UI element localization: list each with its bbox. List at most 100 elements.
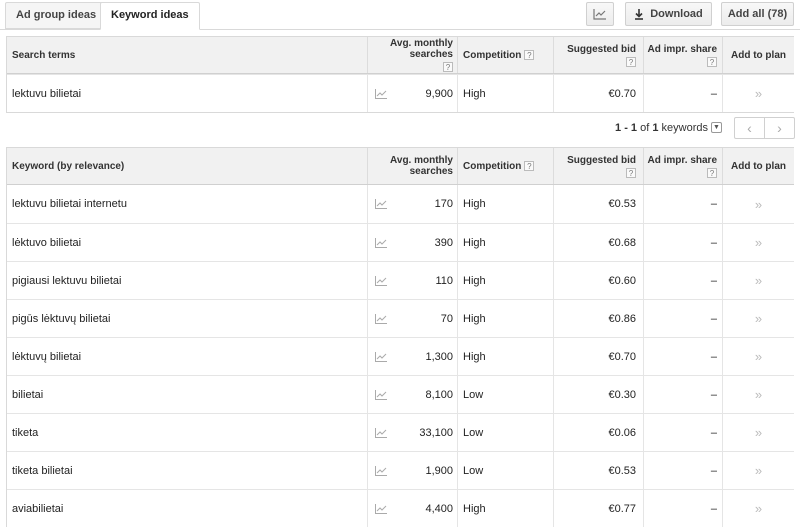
trend-chart-icon[interactable]	[367, 185, 393, 223]
header-search-terms: Search terms	[12, 49, 76, 61]
header-avg-label: Avg. monthly searches	[390, 155, 453, 177]
suggested-bid[interactable]: €0.77	[553, 490, 643, 527]
search-terms-table: Search terms Avg. monthly searches? Comp…	[6, 36, 794, 113]
help-icon[interactable]: ?	[626, 56, 636, 67]
header-impr-label: Ad impr. share	[647, 154, 717, 166]
tab-keyword-ideas[interactable]: Keyword ideas	[100, 2, 200, 30]
avg-monthly-searches: 1,300	[425, 350, 453, 363]
trend-chart-icon[interactable]	[367, 75, 393, 112]
trend-chart-icon[interactable]	[367, 224, 393, 261]
header-ad-impr-share[interactable]: Ad impr. share?	[643, 148, 722, 184]
next-page-button[interactable]: ›	[764, 118, 794, 138]
help-icon[interactable]: ?	[443, 62, 453, 72]
trend-chart-icon[interactable]	[367, 414, 393, 451]
suggested-bid[interactable]: €0.70	[553, 75, 643, 112]
add-to-plan-chevron-icon[interactable]: »	[722, 338, 794, 375]
add-to-plan-chevron-icon[interactable]: »	[722, 490, 794, 527]
keyword-text: aviabilietai	[12, 502, 64, 515]
ad-impr-share: –	[643, 224, 722, 261]
competition: High	[457, 300, 553, 337]
trend-chart-icon[interactable]	[367, 262, 393, 299]
help-icon[interactable]: ?	[524, 161, 535, 171]
help-icon[interactable]: ?	[626, 167, 636, 178]
keyword-text: bilietai	[12, 388, 44, 401]
trend-chart-icon[interactable]	[367, 452, 393, 489]
help-icon[interactable]: ?	[707, 56, 717, 67]
header-avg-monthly-searches[interactable]: Avg. monthly searches?	[367, 37, 457, 73]
header-competition-label: Competition	[463, 160, 522, 172]
trend-chart-icon[interactable]	[367, 338, 393, 375]
help-icon[interactable]: ?	[707, 167, 717, 178]
rows-dropdown-icon[interactable]: ▼	[711, 122, 722, 133]
suggested-bid[interactable]: €0.86	[553, 300, 643, 337]
ad-impr-share: –	[643, 452, 722, 489]
prev-page-button[interactable]: ‹	[735, 118, 764, 138]
pagination-text: 1 - 1 of 1 keywords	[615, 122, 708, 134]
table-row: pigiausi lektuvu bilietai 110 High €0.60–»	[7, 261, 794, 299]
chart-view-button[interactable]	[586, 2, 614, 26]
ad-impr-share: –	[643, 376, 722, 413]
header-keyword[interactable]: Keyword (by relevance)	[7, 148, 367, 184]
competition: Low	[457, 414, 553, 451]
header-ad-impr-share[interactable]: Ad impr. share?	[643, 37, 722, 73]
download-label: Download	[650, 8, 703, 20]
competition: Low	[457, 376, 553, 413]
suggested-bid[interactable]: €0.06	[553, 414, 643, 451]
download-button[interactable]: Download	[625, 2, 712, 26]
keyword-ideas-table: Keyword (by relevance) Avg. monthly sear…	[6, 147, 794, 527]
table-row: pigūs lėktuvų bilietai 70 High €0.86–»	[7, 299, 794, 337]
suggested-bid[interactable]: €0.53	[553, 185, 643, 223]
ad-impr-share: –	[643, 185, 722, 223]
ad-impr-share: –	[643, 75, 722, 112]
keyword-rows: lektuvu bilietai internetu 170 High €0.53–»…	[7, 185, 794, 527]
add-to-plan-chevron-icon[interactable]: »	[722, 262, 794, 299]
header-bid-label: Suggested bid	[567, 43, 636, 55]
ad-impr-share: –	[643, 490, 722, 527]
header-avg-label: Avg. monthly searches	[390, 38, 453, 60]
trend-chart-icon[interactable]	[367, 300, 393, 337]
add-to-plan-chevron-icon[interactable]: »	[722, 75, 794, 112]
keyword-text: pigiausi lektuvu bilietai	[12, 274, 122, 287]
competition: High	[457, 262, 553, 299]
table-row: aviabilietai 4,400 High €0.77–»	[7, 489, 794, 527]
header-add-to-plan: Add to plan	[722, 148, 794, 184]
add-to-plan-chevron-icon[interactable]: »	[722, 224, 794, 261]
header-avg-monthly-searches[interactable]: Avg. monthly searches	[367, 148, 457, 184]
keyword-text: lėktuvo bilietai	[12, 236, 82, 249]
ad-impr-share: –	[643, 414, 722, 451]
suggested-bid[interactable]: €0.60	[553, 262, 643, 299]
keyword-text: lektuvu bilietai	[12, 87, 82, 100]
header-competition[interactable]: Competition?	[457, 148, 553, 184]
add-to-plan-chevron-icon[interactable]: »	[722, 376, 794, 413]
avg-monthly-searches: 33,100	[419, 426, 453, 439]
avg-monthly-searches: 8,100	[425, 388, 453, 401]
add-all-button[interactable]: Add all (78)	[721, 2, 794, 26]
ad-impr-share: –	[643, 300, 722, 337]
add-to-plan-chevron-icon[interactable]: »	[722, 185, 794, 223]
header-suggested-bid[interactable]: Suggested bid?	[553, 37, 643, 73]
trend-chart-icon[interactable]	[367, 376, 393, 413]
competition: High	[457, 185, 553, 223]
suggested-bid[interactable]: €0.53	[553, 452, 643, 489]
header-competition[interactable]: Competition?	[457, 37, 553, 73]
trend-chart-icon[interactable]	[367, 490, 393, 527]
search-term-row: lektuvu bilietai 9,900 High €0.70 – »	[7, 74, 794, 112]
avg-monthly-searches: 70	[440, 312, 453, 325]
add-to-plan-chevron-icon[interactable]: »	[722, 300, 794, 337]
header-bid-label: Suggested bid	[567, 154, 636, 166]
add-to-plan-chevron-icon[interactable]: »	[722, 414, 794, 451]
keyword-ideas-header: Keyword (by relevance) Avg. monthly sear…	[7, 148, 794, 185]
help-icon[interactable]: ?	[524, 50, 535, 60]
tab-ad-group-ideas[interactable]: Ad group ideas	[5, 2, 108, 29]
top-bar: Ad group ideas Keyword ideas Download Ad…	[0, 0, 800, 30]
add-to-plan-chevron-icon[interactable]: »	[722, 452, 794, 489]
pagination: 1 - 1 of 1 keywords ▼ ‹ ›	[0, 117, 800, 139]
table-row: bilietai 8,100 Low €0.30–»	[7, 375, 794, 413]
competition: High	[457, 338, 553, 375]
suggested-bid[interactable]: €0.30	[553, 376, 643, 413]
suggested-bid[interactable]: €0.68	[553, 224, 643, 261]
suggested-bid[interactable]: €0.70	[553, 338, 643, 375]
keyword-text: tiketa bilietai	[12, 464, 73, 477]
table-row: tiketa bilietai 1,900 Low €0.53–»	[7, 451, 794, 489]
header-suggested-bid[interactable]: Suggested bid?	[553, 148, 643, 184]
